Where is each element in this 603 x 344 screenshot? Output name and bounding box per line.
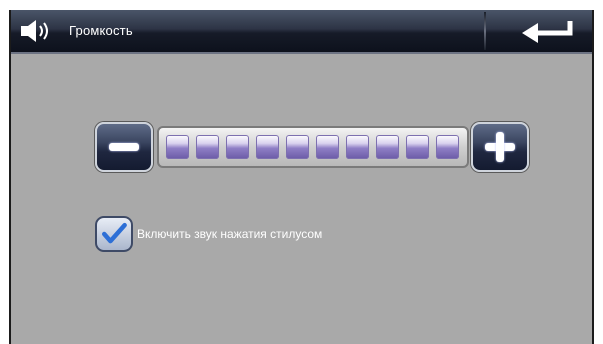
title-separator [484,12,486,50]
volume-segment [196,135,219,159]
title-bar: Громкость [11,10,592,54]
stylus-sound-checkbox[interactable] [95,216,133,252]
volume-segment [166,135,189,159]
volume-level-bar[interactable] [157,126,469,168]
volume-segments [166,135,459,159]
page-title: Громкость [69,23,133,38]
volume-screen: Громкость Включить звук нажатия стилусом [9,10,594,344]
volume-segment [346,135,369,159]
back-arrow-icon[interactable] [518,18,578,44]
stylus-sound-label: Включить звук нажатия стилусом [137,227,323,241]
minus-icon [109,143,139,151]
device-frame: Громкость Включить звук нажатия стилусом [0,0,603,344]
volume-control [95,122,531,174]
speaker-icon [21,20,48,42]
volume-up-button[interactable] [471,122,529,172]
checkmark-icon [102,222,127,244]
volume-segment [406,135,429,159]
volume-segment [376,135,399,159]
volume-segment [286,135,309,159]
volume-down-button[interactable] [95,122,153,172]
volume-segment [316,135,339,159]
volume-segment [436,135,459,159]
volume-segment [256,135,279,159]
volume-segment [226,135,249,159]
